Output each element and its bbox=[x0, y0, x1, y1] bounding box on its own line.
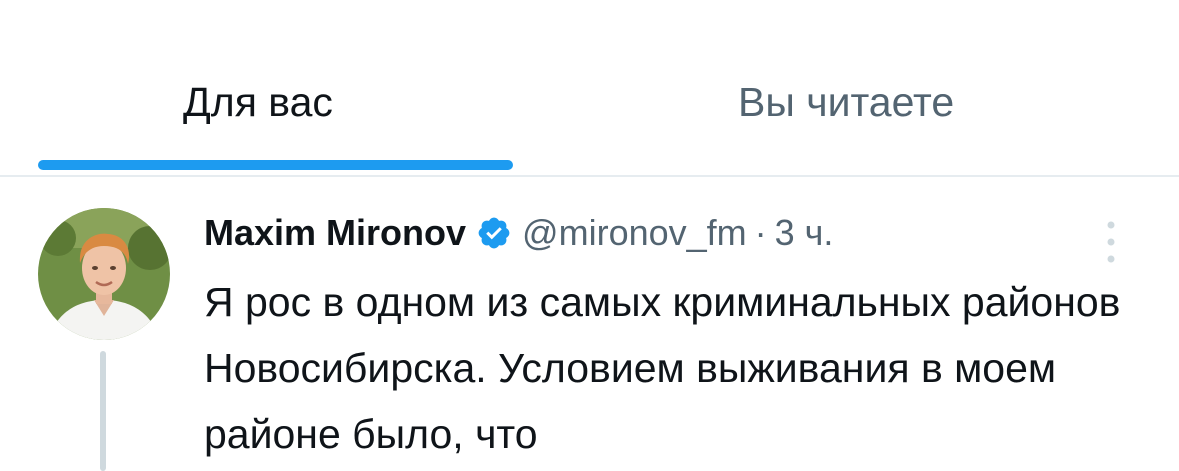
tweet[interactable]: Maxim Mironov @mironov_fm · 3 ч. Я рос в… bbox=[0, 177, 1179, 471]
tab-for-you[interactable]: Для вас bbox=[183, 72, 333, 132]
author-handle[interactable]: @mironov_fm bbox=[522, 212, 747, 254]
tweet-text: Я рос в одном из самых криминальных райо… bbox=[204, 279, 1121, 457]
avatar[interactable] bbox=[38, 208, 170, 340]
thread-line bbox=[100, 351, 106, 471]
more-options-icon[interactable] bbox=[1105, 219, 1117, 265]
author-name[interactable]: Maxim Mironov bbox=[204, 212, 466, 254]
tweet-timestamp[interactable]: 3 ч. bbox=[775, 212, 834, 254]
verified-badge-icon bbox=[476, 215, 512, 251]
header-separator: · bbox=[754, 212, 767, 253]
tweet-header: Maxim Mironov @mironov_fm · 3 ч. bbox=[204, 207, 833, 259]
avatar-photo bbox=[38, 208, 170, 340]
tab-following[interactable]: Вы читаете bbox=[738, 72, 954, 132]
active-tab-indicator bbox=[38, 160, 513, 170]
timeline-tabs: Для вас Вы читаете bbox=[0, 0, 1179, 177]
